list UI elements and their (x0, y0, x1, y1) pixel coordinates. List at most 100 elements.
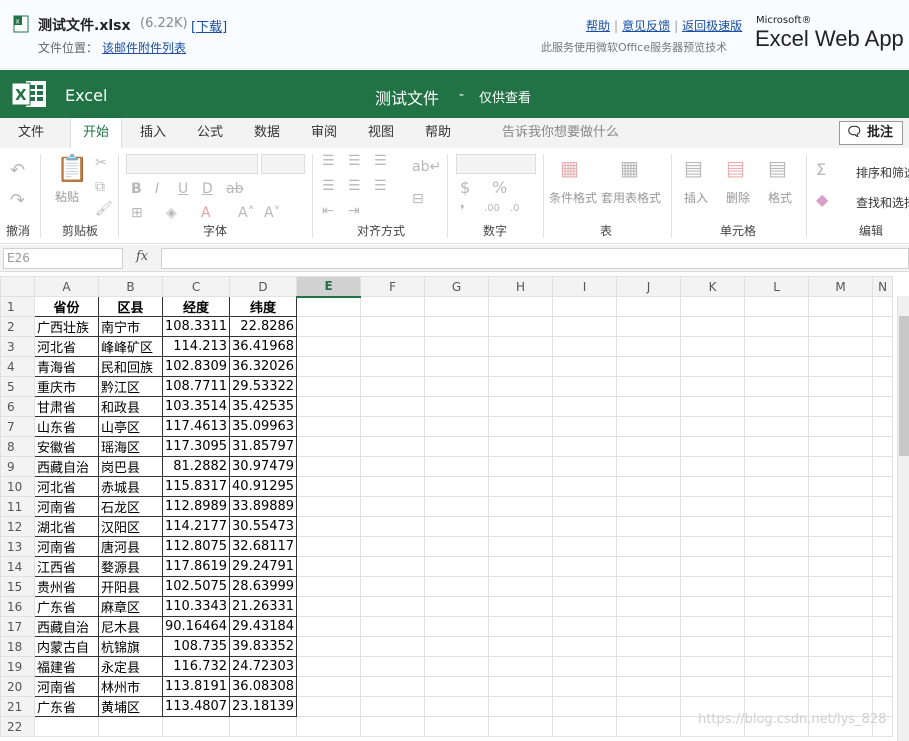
row-header[interactable]: 5 (0, 376, 35, 397)
cell[interactable]: 29.43184 (229, 616, 298, 637)
cell[interactable]: 广东省 (34, 696, 99, 717)
double-underline-icon[interactable]: D (202, 182, 213, 196)
cell[interactable]: 36.32026 (229, 356, 298, 377)
row-header[interactable]: 19 (0, 656, 35, 677)
copy-icon[interactable]: ⧉ (95, 180, 105, 194)
cell[interactable]: 36.08308 (229, 676, 298, 697)
cell[interactable] (360, 316, 426, 337)
cell[interactable]: 81.2882 (161, 456, 231, 477)
cell[interactable] (680, 356, 746, 377)
cell[interactable]: 纬度 (229, 296, 298, 317)
cell[interactable] (808, 636, 874, 657)
cell[interactable] (424, 456, 490, 477)
cell[interactable] (744, 596, 810, 617)
cell[interactable]: 山东省 (34, 416, 99, 437)
cell[interactable] (360, 496, 426, 517)
cell[interactable]: 河南省 (34, 496, 99, 517)
cell[interactable] (616, 476, 682, 497)
cell[interactable] (552, 376, 618, 397)
cell[interactable] (552, 316, 618, 337)
cell[interactable] (296, 516, 362, 537)
cell[interactable] (616, 356, 682, 377)
column-header[interactable]: C (161, 276, 231, 297)
cell[interactable] (424, 336, 490, 357)
cell[interactable] (488, 616, 554, 637)
cell[interactable] (680, 336, 746, 357)
tell-me-search[interactable]: 告诉我你想要做什么 (502, 118, 619, 148)
cell[interactable]: 33.89889 (229, 496, 298, 517)
tab-view[interactable]: 视图 (368, 118, 394, 148)
cell[interactable] (744, 476, 810, 497)
cell[interactable]: 省份 (34, 296, 99, 317)
cell[interactable]: 峰峰矿区 (98, 336, 163, 357)
increase-indent-icon[interactable]: ⇥ (348, 204, 360, 218)
cell[interactable] (360, 696, 426, 717)
cell[interactable] (616, 416, 682, 437)
cell[interactable]: 唐河县 (98, 536, 163, 557)
undo-icon[interactable]: ↶ (10, 162, 25, 180)
cell[interactable] (296, 456, 362, 477)
cell[interactable] (872, 556, 894, 577)
cell[interactable] (488, 336, 554, 357)
row-header[interactable]: 18 (0, 636, 35, 657)
cell[interactable] (616, 656, 682, 677)
find-select-button[interactable]: 查找和选择 (856, 194, 909, 211)
delete-cells-icon[interactable]: ▤ (726, 158, 745, 178)
cell[interactable] (296, 296, 362, 317)
cell[interactable]: 西藏自治 (34, 616, 99, 637)
cell[interactable]: 青海省 (34, 356, 99, 377)
cell[interactable] (424, 676, 490, 697)
cell[interactable] (296, 656, 362, 677)
cell[interactable]: 石龙区 (98, 496, 163, 517)
cell[interactable] (360, 416, 426, 437)
cell[interactable] (296, 316, 362, 337)
back-to-fast-link[interactable]: 返回极速版 (682, 19, 742, 33)
wrap-text-icon[interactable]: ab↵ (412, 160, 441, 174)
align-bottom-icon[interactable]: ☰ (374, 154, 387, 168)
cell[interactable]: 广西壮族 (34, 316, 99, 337)
cell[interactable]: 30.55473 (229, 516, 298, 537)
cell[interactable] (680, 536, 746, 557)
cell[interactable] (424, 396, 490, 417)
cell[interactable] (552, 336, 618, 357)
row-header[interactable]: 1 (0, 296, 35, 317)
cell[interactable]: 杭锦旗 (98, 636, 163, 657)
cell[interactable] (488, 356, 554, 377)
cell[interactable]: 115.8317 (161, 476, 231, 497)
cell[interactable] (360, 296, 426, 317)
cell[interactable]: 河北省 (34, 336, 99, 357)
cell[interactable] (680, 296, 746, 317)
cell[interactable] (552, 456, 618, 477)
cell[interactable] (680, 656, 746, 677)
cell[interactable] (98, 716, 163, 737)
cell[interactable] (296, 356, 362, 377)
cell[interactable]: 117.3095 (161, 436, 231, 457)
file-location-link[interactable]: 该邮件附件列表 (102, 39, 186, 56)
cell[interactable] (296, 696, 362, 717)
cell[interactable] (488, 436, 554, 457)
cell[interactable] (744, 396, 810, 417)
tab-insert[interactable]: 插入 (140, 118, 166, 148)
cell[interactable] (872, 476, 894, 497)
cell[interactable]: 和政县 (98, 396, 163, 417)
cell[interactable] (680, 496, 746, 517)
cell[interactable] (680, 396, 746, 417)
cell[interactable]: 山亭区 (98, 416, 163, 437)
fill-color-icon[interactable]: ◈ (166, 206, 177, 220)
row-header[interactable]: 2 (0, 316, 35, 337)
cell[interactable] (680, 376, 746, 397)
cell[interactable] (424, 636, 490, 657)
cell[interactable] (808, 516, 874, 537)
cell[interactable] (296, 396, 362, 417)
row-header[interactable]: 3 (0, 336, 35, 357)
vertical-scrollbar[interactable] (897, 296, 909, 741)
cell[interactable] (808, 436, 874, 457)
cell[interactable] (872, 496, 894, 517)
cell[interactable] (424, 316, 490, 337)
font-size-select[interactable] (261, 154, 305, 174)
cell[interactable]: 108.3311 (161, 316, 231, 337)
column-header[interactable]: G (424, 276, 490, 297)
cell[interactable]: 116.732 (161, 656, 231, 677)
row-header[interactable]: 10 (0, 476, 35, 497)
feedback-link[interactable]: 意见反馈 (622, 19, 670, 33)
